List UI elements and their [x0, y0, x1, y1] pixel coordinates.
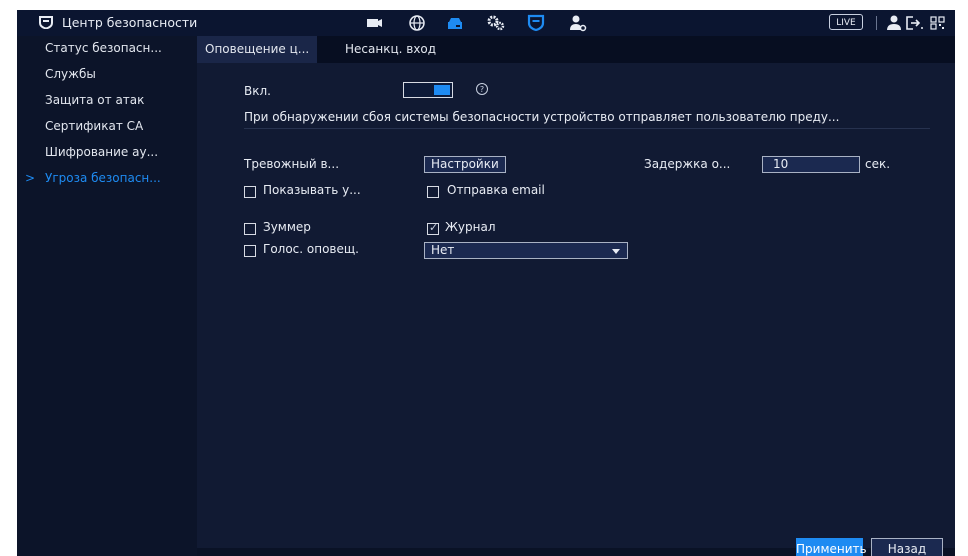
security-icon[interactable] [526, 14, 546, 32]
show-label: Показывать у... [263, 183, 361, 197]
sidebar-item-security-threat[interactable]: > Угроза безопасн... [17, 166, 197, 192]
delay-unit: сек. [865, 157, 891, 171]
account-icon[interactable] [568, 14, 588, 32]
delay-label: Задержка о... [644, 157, 731, 171]
sidebar-item-services[interactable]: Службы [17, 62, 197, 88]
voice-checkbox[interactable] [244, 245, 256, 257]
tab-unauthorized-access[interactable]: Несанкц. вход [337, 36, 444, 63]
tab-bar: Оповещение ц... Несанкц. вход [197, 36, 955, 63]
chevron-down-icon [612, 249, 620, 254]
enable-label: Вкл. [244, 84, 271, 98]
app-screen: Центр безопасности LIVE Статус безопасн.… [17, 10, 955, 556]
settings-button[interactable]: Настройки [424, 156, 506, 173]
buzzer-label: Зуммер [263, 220, 311, 234]
voice-select[interactable]: Нет [424, 242, 628, 259]
settings-gears-icon[interactable] [486, 14, 506, 32]
sidebar-item-label: Статус безопасн... [45, 41, 162, 55]
tab-security-alert[interactable]: Оповещение ц... [197, 36, 318, 63]
sidebar-item-label: Защита от атак [45, 93, 145, 107]
alarm-label: Тревожный в... [244, 157, 340, 171]
delay-input[interactable]: 10 [762, 156, 860, 173]
log-label: Журнал [445, 220, 496, 234]
toggle-knob [434, 85, 450, 95]
top-bar: Центр безопасности LIVE [17, 10, 955, 36]
voice-select-value: Нет [431, 243, 455, 257]
voice-label: Голос. оповещ. [263, 242, 359, 256]
camera-icon[interactable] [364, 14, 384, 32]
app-title: Центр безопасности [62, 15, 198, 30]
user-icon[interactable] [884, 14, 904, 32]
network-globe-icon[interactable] [407, 14, 427, 32]
sidebar: Статус безопасн... Службы Защита от атак… [17, 36, 197, 556]
sidebar-item-security-status[interactable]: Статус безопасн... [17, 36, 197, 62]
show-checkbox[interactable] [244, 186, 256, 198]
sidebar-item-label: Сертификат СА [45, 119, 144, 133]
sidebar-item-audio-encryption[interactable]: Шифрование ау... [17, 140, 197, 166]
topbar-divider [876, 16, 877, 30]
apply-button[interactable]: Применить [796, 538, 867, 556]
buzzer-checkbox[interactable] [244, 223, 256, 235]
log-checkbox[interactable]: ✓ [427, 221, 439, 235]
storage-icon[interactable] [445, 14, 465, 32]
check-icon: ✓ [429, 221, 439, 234]
sidebar-item-ca-certificate[interactable]: Сертификат СА [17, 114, 197, 140]
logout-icon[interactable] [904, 14, 924, 32]
chevron-right-icon: > [25, 171, 36, 185]
sidebar-item-attack-protection[interactable]: Защита от атак [17, 88, 197, 114]
back-button[interactable]: Назад [871, 538, 943, 556]
description-text: При обнаружении сбоя системы безопасност… [244, 110, 840, 124]
help-icon[interactable]: ? [476, 83, 488, 95]
sidebar-item-label: Угроза безопасн... [45, 171, 161, 185]
security-shield-icon [39, 16, 53, 29]
email-label: Отправка email [447, 183, 545, 197]
email-checkbox[interactable] [427, 186, 439, 198]
enable-toggle[interactable] [403, 82, 453, 98]
sidebar-item-label: Шифрование ау... [45, 145, 159, 159]
live-view-button[interactable]: LIVE [829, 14, 863, 30]
qr-code-icon[interactable] [930, 14, 946, 32]
main-panel: Оповещение ц... Несанкц. вход Вкл. ? При… [197, 36, 955, 556]
divider [244, 128, 930, 129]
sidebar-item-label: Службы [45, 67, 96, 81]
